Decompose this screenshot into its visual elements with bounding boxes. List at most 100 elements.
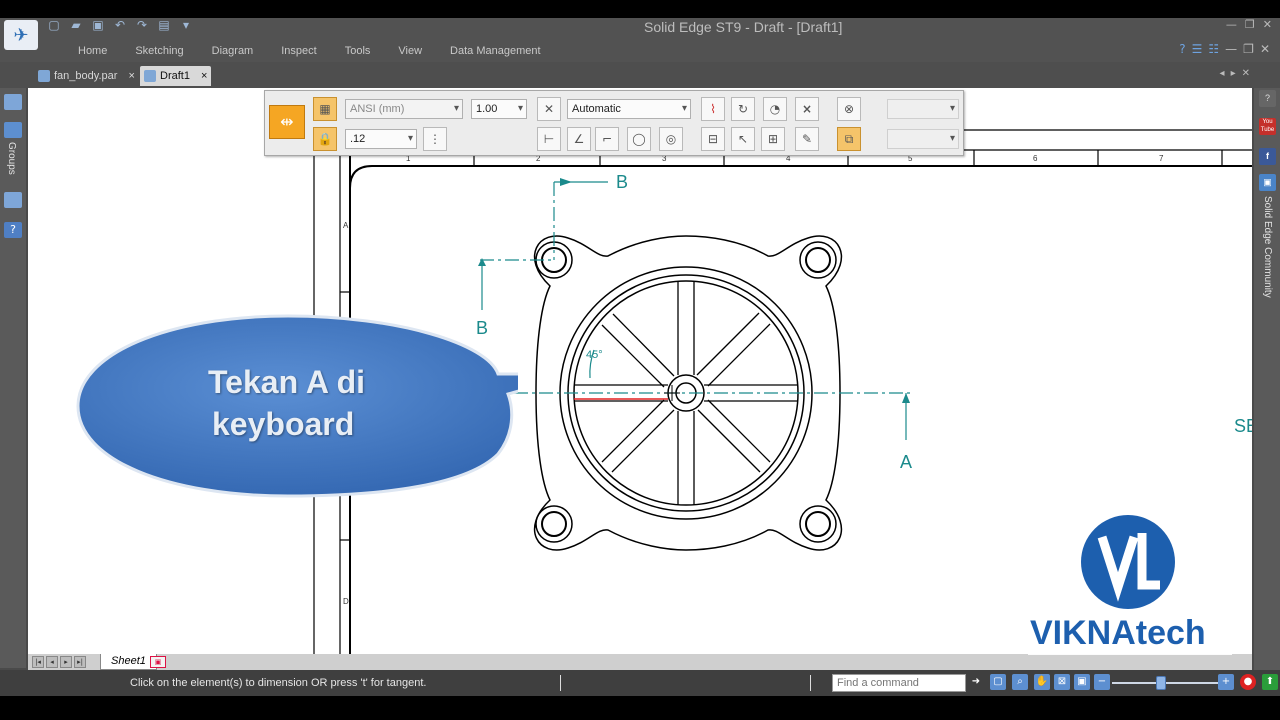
dimension-style-button[interactable]: ▦ [313, 97, 337, 121]
precision-select[interactable]: .12 [345, 129, 417, 149]
dimension-type-button[interactable]: ⇹ [269, 105, 305, 139]
tab-close-all-icon[interactable]: ✕ [1242, 68, 1250, 79]
go-arrow-icon[interactable]: ➜ [968, 674, 984, 690]
dimension-standard-select[interactable]: ANSI (mm) [345, 99, 463, 119]
ribbon-tabs: Home Sketching Diagram Inspect Tools Vie… [78, 45, 569, 57]
layers-icon[interactable] [4, 192, 22, 208]
placement-select[interactable]: Automatic [567, 99, 691, 119]
next-sheet-icon[interactable]: ▸ [60, 656, 72, 668]
secondary-select-2[interactable] [887, 129, 959, 149]
zoom-icon[interactable]: ⌕ [1012, 674, 1028, 690]
doc-minimize-icon[interactable]: — [1225, 42, 1237, 56]
pathfinder-icon[interactable] [4, 94, 22, 110]
leader-button[interactable]: ↖ [731, 127, 755, 151]
symmetric-button[interactable]: ⊟ [701, 127, 725, 151]
undo-icon[interactable]: ↶ [112, 18, 128, 32]
close-tab-icon[interactable]: × [201, 70, 207, 82]
angle-dimension-label: 45° [586, 349, 603, 361]
chain-button[interactable]: ⊞ [761, 127, 785, 151]
break-dim-button[interactable]: ⌐ [595, 127, 619, 151]
solid-edge-logo-icon: ✈ [13, 24, 29, 46]
panel-options-icon[interactable]: ? [1259, 90, 1276, 107]
community-panel-label[interactable]: Solid Edge Community [1262, 196, 1273, 298]
community-icon[interactable]: ▣ [1259, 174, 1276, 191]
save-icon[interactable]: ▣ [90, 18, 106, 32]
secondary-select-1[interactable] [887, 99, 959, 119]
customize-icon[interactable]: ▾ [178, 18, 194, 32]
tab-fan-body[interactable]: fan_body.par × [34, 66, 139, 86]
linear-dim-button[interactable]: ⊢ [537, 127, 561, 151]
tab-draft1[interactable]: Draft1 × [140, 66, 212, 86]
zoom-in-icon[interactable]: + [1218, 674, 1234, 690]
attach-button[interactable]: ⧉ [837, 127, 861, 151]
angle-dim-button[interactable]: ∠ [567, 127, 591, 151]
tolerance-icon: ⋮ [429, 132, 441, 146]
arc-button[interactable]: ↻ [731, 97, 755, 121]
tab-prev-icon[interactable]: ◂ [1220, 68, 1225, 79]
callout-text: Tekan A di keyboard [208, 361, 365, 445]
ribbon-tab-sketching[interactable]: Sketching [135, 45, 183, 57]
dimension-scale-select[interactable]: 1.00 [471, 99, 527, 119]
orientation-button[interactable]: ✕ [537, 97, 561, 121]
ribbon-tab-inspect[interactable]: Inspect [281, 45, 316, 57]
lock-dimension-button[interactable]: 🔒 [313, 127, 337, 151]
last-sheet-icon[interactable]: ▸| [74, 656, 86, 668]
grid-icon: ▦ [319, 102, 331, 116]
sheet-navigation: |◂ ◂ ▸ ▸| [32, 656, 86, 668]
prev-sheet-icon[interactable]: ◂ [46, 656, 58, 668]
title-bar: ✈ ▢ ▰ ▣ ↶ ↷ ▤ ▾ Solid Edge ST9 - Draft -… [0, 18, 1280, 62]
radius-dim-button[interactable]: ◯ [627, 127, 651, 151]
zoom-slider[interactable] [1112, 682, 1220, 684]
record-icon[interactable]: ● [1240, 674, 1256, 690]
zoom-area-icon[interactable]: ▢ [990, 674, 1006, 690]
first-sheet-icon[interactable]: |◂ [32, 656, 44, 668]
new-sheet-icon[interactable]: ▣ [150, 656, 166, 668]
diameter-dim-button[interactable]: ◎ [659, 127, 683, 151]
tolerance-button[interactable]: ⋮ [423, 127, 447, 151]
ribbon-tab-diagram[interactable]: Diagram [212, 45, 254, 57]
print-icon[interactable]: ▤ [156, 18, 172, 32]
minimize-icon[interactable]: — [1226, 18, 1237, 31]
panel-icon[interactable]: ☷ [1208, 42, 1219, 56]
open-icon[interactable]: ▰ [68, 18, 84, 32]
tab-next-icon[interactable]: ▸ [1231, 68, 1236, 79]
zoom-out-icon[interactable]: − [1094, 674, 1110, 690]
text-edit-button[interactable]: ✎ [795, 127, 819, 151]
zoom-slider-thumb[interactable] [1156, 676, 1166, 690]
cancel-button[interactable]: × [795, 97, 819, 121]
redo-icon[interactable]: ↷ [134, 18, 150, 32]
measure-button[interactable]: ⌇ [701, 97, 725, 121]
application-button[interactable]: ✈ [4, 20, 38, 50]
close-icon[interactable]: ✕ [1263, 18, 1272, 31]
command-finder-input[interactable] [832, 674, 966, 692]
ribbon-tab-tools[interactable]: Tools [345, 45, 371, 57]
tab-navigation: ◂ ▸ ✕ [1220, 68, 1250, 79]
youtube-icon[interactable]: You Tube [1259, 118, 1276, 135]
sheet-tab-sheet1[interactable]: Sheet1 [100, 654, 157, 670]
help-panel-icon[interactable]: ? [4, 222, 22, 238]
facebook-icon[interactable]: f [1259, 148, 1276, 165]
bottom-letterbox [0, 696, 1280, 720]
new-icon[interactable]: ▢ [46, 18, 62, 32]
border-letter: D [343, 597, 349, 606]
doc-restore-icon[interactable]: ❐ [1243, 42, 1254, 56]
ribbon-tab-data-management[interactable]: Data Management [450, 45, 541, 57]
help-icon[interactable]: ? [1179, 42, 1185, 56]
close-tab-icon[interactable]: × [128, 70, 134, 82]
restore-icon[interactable]: ❐ [1245, 18, 1255, 31]
view-icon[interactable]: ▣ [1074, 674, 1090, 690]
border-letter: A [343, 221, 349, 230]
circle-button[interactable]: ◔ [763, 97, 787, 121]
ribbon-tab-view[interactable]: View [398, 45, 422, 57]
upload-icon[interactable]: ⬆ [1262, 674, 1278, 690]
doc-close-icon[interactable]: ✕ [1260, 42, 1270, 56]
radius-icon: ◯ [632, 132, 646, 146]
pan-icon[interactable]: ✋ [1034, 674, 1050, 690]
quick-access-toolbar: ▢ ▰ ▣ ↶ ↷ ▤ ▾ [46, 18, 194, 32]
fit-icon[interactable]: ⊠ [1054, 674, 1070, 690]
ribbon-tab-home[interactable]: Home [78, 45, 107, 57]
clear-button[interactable]: ⊗ [837, 97, 861, 121]
layout-icon[interactable]: ☰ [1192, 42, 1203, 56]
groups-panel-label[interactable]: Groups [6, 142, 17, 175]
groups-icon[interactable] [4, 122, 22, 138]
